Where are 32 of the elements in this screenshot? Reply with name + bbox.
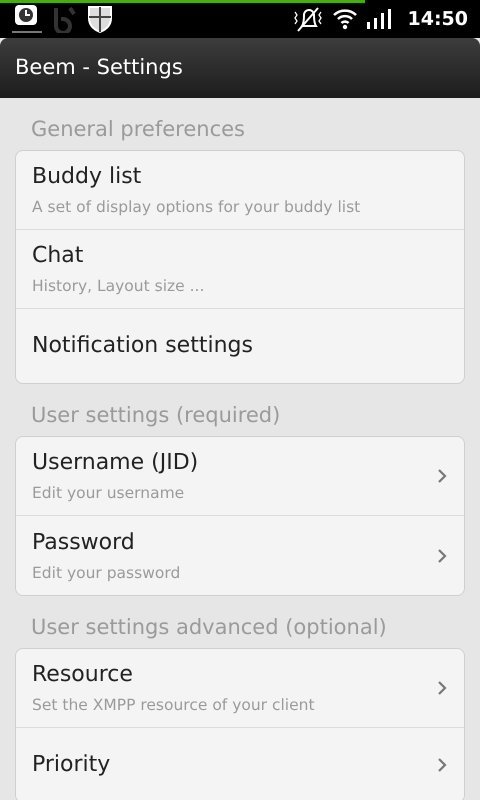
preference-item[interactable]: Resource Set the XMPP resource of your client xyxy=(16,649,464,728)
preference-item[interactable]: Buddy list A set of display options for your buddy list xyxy=(16,151,464,230)
preference-title: Notification settings xyxy=(32,332,254,360)
preference-summary: Set the XMPP resource of your client xyxy=(32,695,316,715)
wifi-icon xyxy=(332,7,358,31)
preference-item[interactable]: Username (JID) Edit your username xyxy=(16,437,464,516)
clock-time: 14:50 xyxy=(408,6,468,32)
preference-title: Buddy list xyxy=(32,163,142,191)
window-title: Beem - Settings xyxy=(15,54,183,82)
chevron-icon xyxy=(436,546,448,564)
section-header: General preferences xyxy=(31,117,245,141)
preference-summary: Edit your password xyxy=(32,562,182,582)
clock-icon xyxy=(12,3,42,35)
preference-item[interactable]: Chat History, Layout size ... xyxy=(16,230,464,309)
signal-icon xyxy=(366,8,392,30)
preference-title: Username (JID) xyxy=(32,449,200,477)
preference-item[interactable]: Priority xyxy=(16,728,464,800)
preference-title: Chat xyxy=(32,242,84,270)
chevron-icon xyxy=(436,467,448,485)
chevron-icon xyxy=(436,756,448,774)
preference-summary: History, Layout size ... xyxy=(32,276,206,296)
preference-title: Resource xyxy=(32,661,134,689)
preference-title: Password xyxy=(32,528,136,556)
preference-title: Priority xyxy=(32,751,112,779)
preference-item[interactable]: Notification settings xyxy=(16,309,464,383)
preference-summary: A set of display options for your buddy list xyxy=(32,197,362,217)
preference-item[interactable]: Password Edit your password xyxy=(16,516,464,595)
section-header: User settings (required) xyxy=(31,403,280,427)
section-header: User settings advanced (optional) xyxy=(31,615,387,639)
chevron-icon xyxy=(436,679,448,697)
shield-icon xyxy=(86,4,114,34)
preference-summary: Edit your username xyxy=(32,483,186,503)
